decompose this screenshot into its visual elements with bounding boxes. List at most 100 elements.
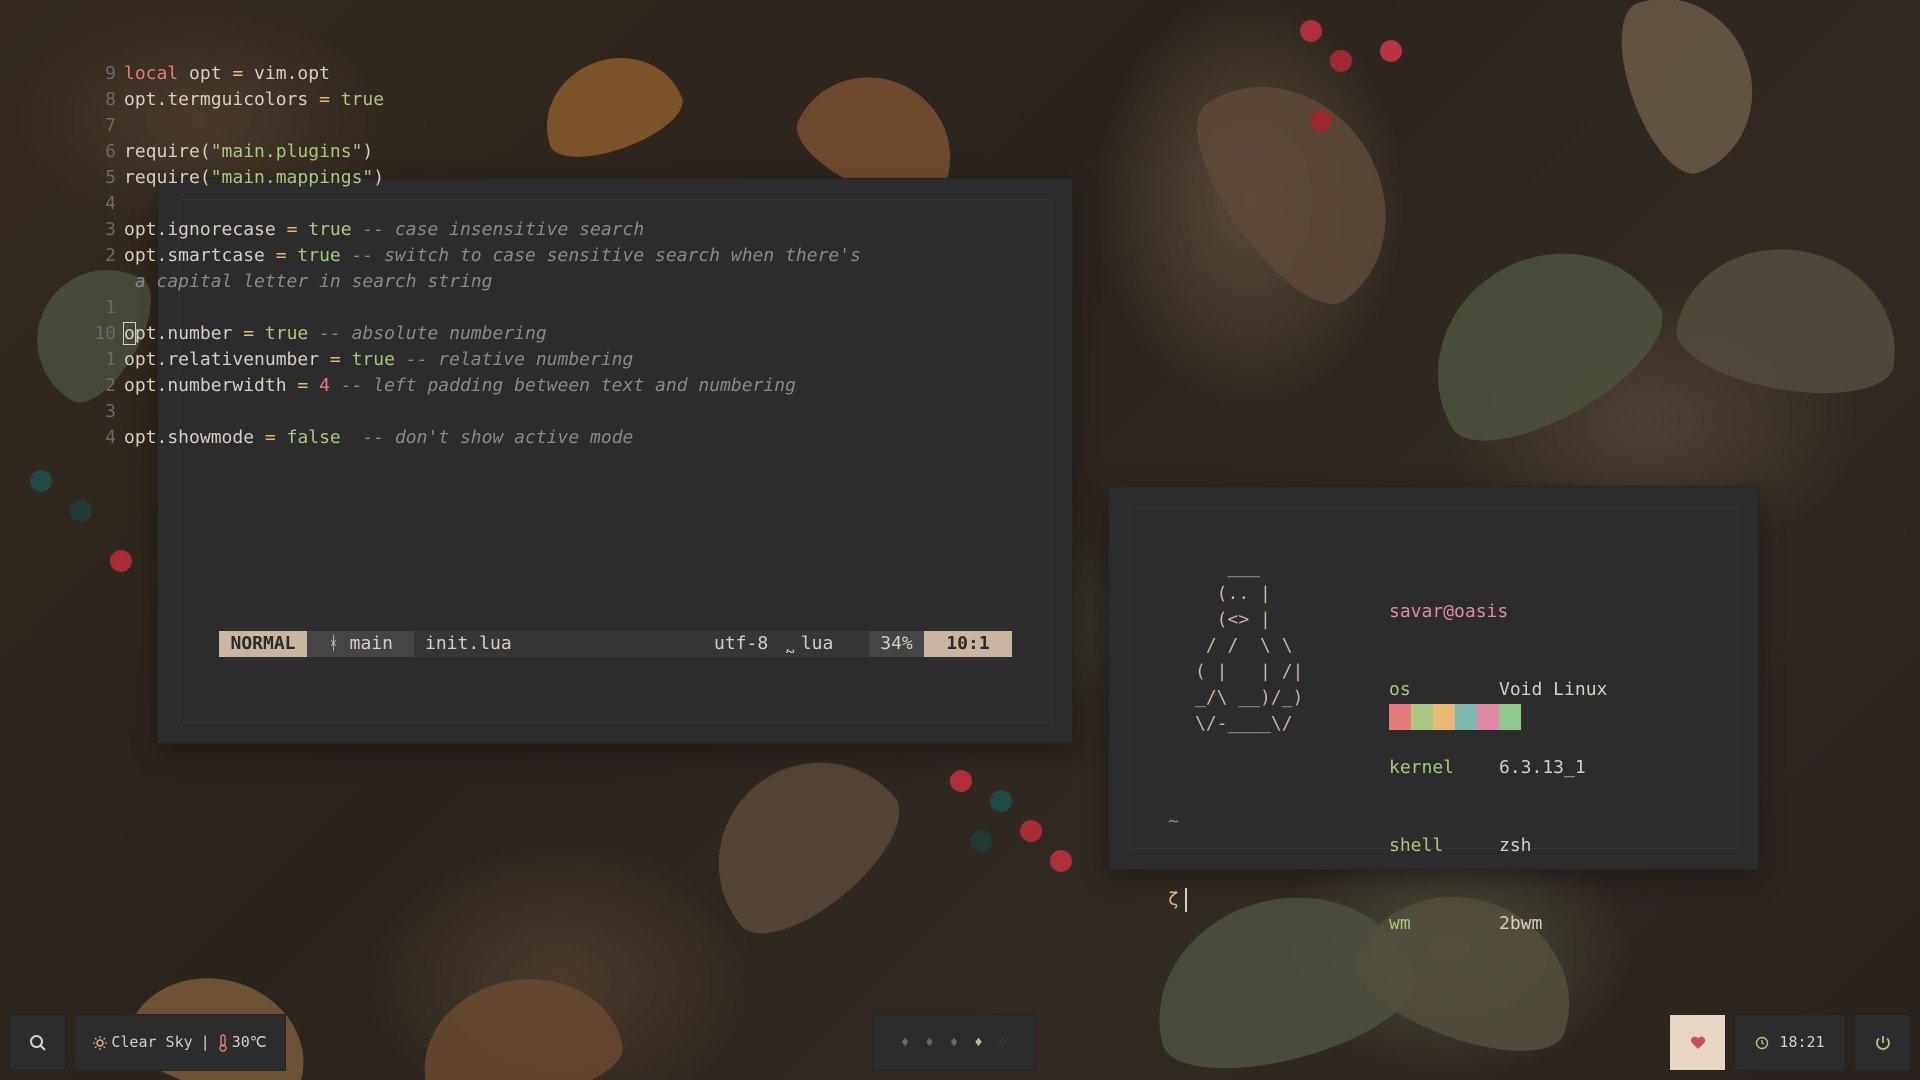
code-line[interactable]: 9 local opt = vim.opt — [60, 61, 861, 87]
code-line[interactable]: 5 require("main.mappings") — [60, 165, 861, 191]
info-key: kernel — [1389, 757, 1455, 778]
workspace-indicator[interactable]: ♦ — [901, 1035, 909, 1051]
line-number: 1 — [105, 349, 116, 370]
code-line[interactable]: 6 require("main.plugins") — [60, 139, 861, 165]
code-token: ) — [362, 141, 374, 162]
code-token: -- don't show active mode — [340, 427, 634, 448]
code-token: true — [340, 349, 395, 370]
code-token: "main.mappings" — [210, 167, 374, 188]
line-number: 3 — [105, 401, 116, 422]
wallpaper-berry — [970, 830, 992, 852]
wallpaper-leaf — [1169, 43, 1431, 327]
wallpaper-leaf — [411, 963, 629, 1080]
code-line[interactable]: 10 opt.number = true -- absolute numberin… — [60, 321, 861, 347]
line-number: 2 — [105, 375, 116, 396]
temperature: 30℃ — [231, 1033, 267, 1051]
code-token: pt.number — [134, 323, 244, 344]
wallpaper-leaf — [1396, 210, 1684, 470]
code-token: -- left padding between text and numberi… — [329, 375, 796, 396]
info-row-kernel: kernel 6.3.13_1 — [1389, 755, 1607, 781]
code-line[interactable]: a capital letter in search string — [60, 269, 861, 295]
line-number: 2 — [105, 245, 116, 266]
favorites-button[interactable] — [1670, 1015, 1725, 1070]
color-swatch — [1477, 704, 1499, 730]
weather-widget[interactable]: Clear Sky | 30℃ — [75, 1015, 285, 1070]
info-row-os: os Void Linux — [1389, 677, 1607, 703]
file-name: init.lua — [425, 633, 512, 654]
code-token: = — [329, 349, 341, 370]
terminal-cursor — [1184, 888, 1187, 912]
color-swatches — [1389, 704, 1521, 730]
color-swatch — [1389, 704, 1411, 730]
code-line[interactable]: 3 opt.ignorecase = true -- case insensiti… — [60, 217, 861, 243]
code-token: opt.numberwidth — [124, 375, 298, 396]
line-number: 1 — [105, 297, 116, 318]
shell-prompt[interactable]: ~ ζ — [1168, 757, 1190, 939]
line-number: 10 — [94, 323, 116, 344]
code-token: ) — [373, 167, 385, 188]
code-line[interactable]: 7 — [60, 113, 861, 139]
power-button[interactable] — [1855, 1015, 1910, 1070]
clock-widget[interactable]: 18:21 — [1735, 1015, 1845, 1070]
line-number: 4 — [105, 193, 116, 214]
info-value: zsh — [1499, 835, 1532, 856]
code-line[interactable]: 2 opt.smartcase = true -- switch to case … — [60, 243, 861, 269]
line-number: 9 — [105, 63, 116, 84]
git-branch: ᚼ main — [307, 631, 414, 657]
code-token: -- relative numbering — [394, 349, 634, 370]
code-token: -- case insensitive search — [351, 219, 645, 240]
clock-icon — [1756, 1036, 1769, 1049]
workspace-indicator[interactable]: ♢ — [999, 1035, 1007, 1051]
workspace-indicator[interactable]: ♦ — [950, 1035, 958, 1051]
code-line[interactable]: 8 opt.termguicolors = true — [60, 87, 861, 113]
code-token: a capital letter in search string — [124, 271, 493, 292]
info-key: shell — [1389, 835, 1444, 856]
info-key: os — [1389, 679, 1411, 700]
code-buffer[interactable]: 9 local opt = vim.opt 8 opt.termguicolors =… — [60, 61, 861, 451]
code-token: opt.ignorecase — [124, 219, 287, 240]
wallpaper-berry — [1310, 110, 1332, 132]
code-token: vim.opt — [243, 63, 330, 84]
wallpaper-berry — [1330, 50, 1352, 72]
info-value: Void Linux — [1499, 679, 1608, 700]
code-token: true — [286, 245, 341, 266]
code-token: = — [286, 219, 298, 240]
code-token: opt.smartcase — [124, 245, 276, 266]
wallpaper-berry — [30, 470, 52, 492]
code-line[interactable]: 3 — [60, 399, 861, 425]
line-number: 5 — [105, 167, 116, 188]
info-value: 6.3.13_1 — [1499, 757, 1586, 778]
workspace-indicator[interactable]: ♦ — [974, 1035, 982, 1051]
code-line[interactable]: 4 — [60, 191, 861, 217]
code-line[interactable]: 1 — [60, 295, 861, 321]
code-token: "main.plugins" — [210, 141, 363, 162]
code-token: = — [319, 89, 330, 110]
workspace-indicator[interactable]: ♦ — [925, 1035, 933, 1051]
search-button[interactable] — [10, 1015, 65, 1070]
color-swatch — [1433, 704, 1455, 730]
scroll-percent: 34% — [869, 631, 924, 657]
code-line[interactable]: 2 opt.numberwidth = 4 -- left padding bet… — [60, 373, 861, 399]
file-type: ᷐ lua — [790, 633, 834, 654]
code-token: local — [124, 63, 179, 84]
code-token: require( — [124, 141, 211, 162]
code-line[interactable]: 4 opt.showmode = false -- don't show acti… — [60, 425, 861, 451]
heart-icon — [1690, 1036, 1705, 1049]
line-number: 4 — [105, 427, 116, 448]
wallpaper-leaf — [1602, 0, 1778, 186]
code-token: opt.relativenumber — [124, 349, 330, 370]
color-swatch — [1455, 704, 1477, 730]
wallpaper-berry — [990, 790, 1012, 812]
wallpaper-leaf — [1669, 231, 1911, 409]
thermometer-icon — [218, 1033, 227, 1052]
wallpaper-berry — [110, 550, 132, 572]
code-token: -- absolute numbering — [308, 323, 547, 344]
code-line[interactable]: 1 opt.relativenumber = true -- relative n… — [60, 347, 861, 373]
file-encoding: utf-8 — [714, 633, 769, 654]
info-value: 2bwm — [1499, 913, 1543, 934]
weather-separator: | — [200, 1033, 210, 1051]
code-token: true — [329, 89, 385, 110]
cursor-position: 10:1 — [924, 631, 1012, 657]
workspace-switcher: ♦ ♦ ♦ ♦ ♢ — [873, 1015, 1035, 1070]
code-token: true — [254, 323, 309, 344]
